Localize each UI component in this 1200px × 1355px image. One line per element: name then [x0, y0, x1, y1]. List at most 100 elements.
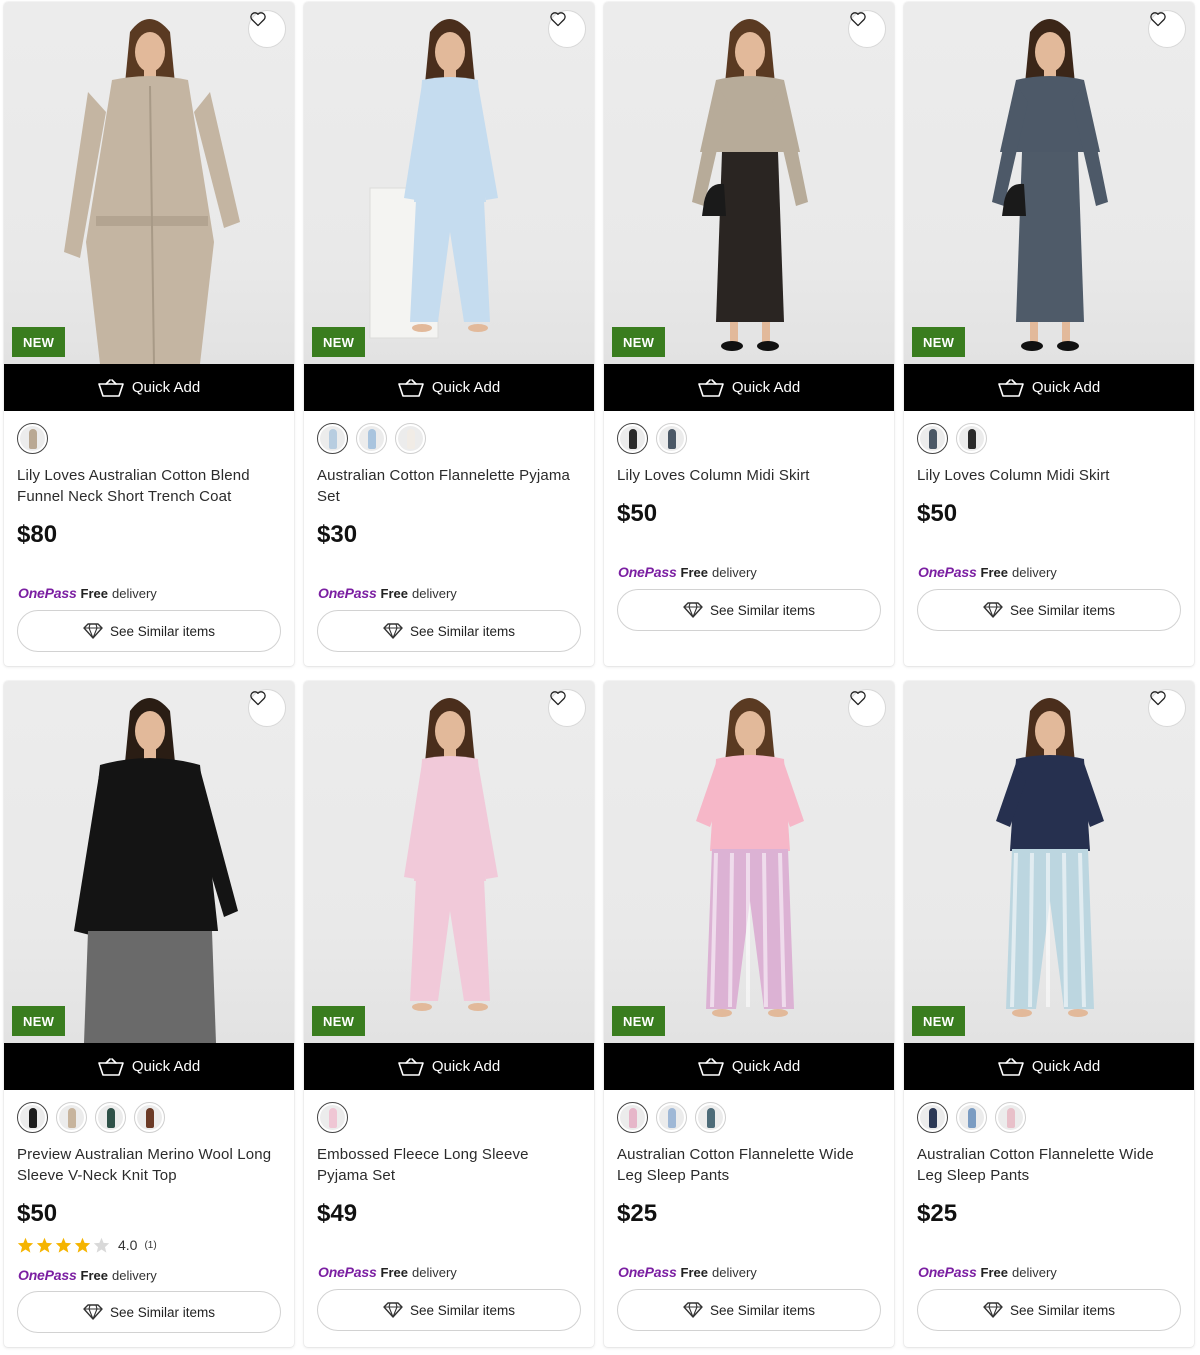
see-similar-button[interactable]: See Similar items — [917, 1289, 1181, 1331]
wishlist-button[interactable] — [248, 689, 286, 727]
product-image[interactable]: NEW — [304, 2, 594, 364]
colour-swatch[interactable] — [917, 422, 948, 454]
quick-add-button[interactable]: Quick Add — [304, 364, 594, 411]
delivery-label: delivery — [712, 565, 757, 580]
quick-add-button[interactable]: Quick Add — [904, 1043, 1194, 1090]
product-image[interactable]: NEW — [604, 2, 894, 364]
colour-swatches — [617, 1101, 881, 1133]
see-similar-button[interactable]: See Similar items — [617, 1289, 881, 1331]
swatch-thumbnail — [320, 1104, 345, 1130]
model-face — [735, 32, 765, 72]
free-label: Free — [680, 565, 708, 580]
product-title[interactable]: Lily Loves Column Midi Skirt — [617, 465, 881, 486]
product-title[interactable]: Embossed Fleece Long Sleeve Pyjama Set — [317, 1144, 581, 1186]
wishlist-button[interactable] — [848, 10, 886, 48]
delivery-label: delivery — [112, 1268, 157, 1283]
product-title[interactable]: Australian Cotton Flannelette Wide Leg S… — [617, 1144, 881, 1186]
colour-swatches — [317, 422, 581, 454]
wishlist-button[interactable] — [848, 689, 886, 727]
product-image[interactable]: NEW — [904, 681, 1194, 1043]
product-card: NEW Quick Add Lily Loves Australian Cotton… — [4, 2, 294, 666]
see-similar-button[interactable]: See Similar items — [917, 589, 1181, 631]
onepass-logo: OnePass — [318, 1264, 377, 1280]
colour-swatch[interactable] — [956, 422, 987, 454]
model-foot — [412, 324, 432, 332]
see-similar-button[interactable]: See Similar items — [317, 610, 581, 652]
star-icon — [17, 1237, 34, 1253]
swatch-figure — [407, 428, 415, 449]
product-card: NEW Quick Add Australian Cotton Flannelett… — [904, 681, 1194, 1347]
colour-swatch[interactable] — [95, 1101, 126, 1133]
product-title[interactable]: Australian Cotton Flannelette Pyjama Set — [317, 465, 581, 507]
see-similar-button[interactable]: See Similar items — [617, 589, 881, 631]
colour-swatch[interactable] — [395, 422, 426, 454]
colour-swatch[interactable] — [917, 1101, 948, 1133]
model-shoe — [1057, 341, 1079, 351]
colour-swatch[interactable] — [317, 1101, 348, 1133]
colour-swatch[interactable] — [617, 422, 648, 454]
swatch-thumbnail — [359, 425, 384, 451]
swatch-thumbnail — [920, 425, 945, 451]
see-similar-label: See Similar items — [709, 1302, 816, 1318]
colour-swatch[interactable] — [17, 1101, 48, 1133]
colour-swatch[interactable] — [995, 1101, 1026, 1133]
wishlist-button[interactable] — [1148, 10, 1186, 48]
quick-add-button[interactable]: Quick Add — [904, 364, 1194, 411]
wishlist-button[interactable] — [548, 689, 586, 727]
product-title[interactable]: Lily Loves Column Midi Skirt — [917, 465, 1181, 486]
see-similar-button[interactable]: See Similar items — [317, 1289, 581, 1331]
model-illustration — [692, 19, 808, 351]
model-face — [135, 711, 165, 751]
product-title[interactable]: Lily Loves Australian Cotton Blend Funne… — [17, 465, 281, 507]
quick-add-button[interactable]: Quick Add — [4, 364, 294, 411]
wishlist-button[interactable] — [248, 10, 286, 48]
model-face — [735, 711, 765, 751]
model-illustration — [369, 19, 498, 339]
diamond-icon — [383, 1302, 403, 1318]
onepass-delivery: OnePass Free delivery — [918, 564, 1057, 580]
model-leg — [730, 322, 738, 342]
colour-swatch[interactable] — [656, 422, 687, 454]
product-title[interactable]: Australian Cotton Flannelette Wide Leg S… — [917, 1144, 1181, 1186]
rating-value: 4.0 — [118, 1237, 138, 1253]
colour-swatch[interactable] — [656, 1101, 687, 1133]
product-image[interactable]: NEW — [604, 681, 894, 1043]
product-rating[interactable]: 4.0 (1) — [17, 1237, 281, 1253]
wishlist-button[interactable] — [548, 10, 586, 48]
colour-swatches — [617, 422, 881, 454]
free-label: Free — [680, 1265, 708, 1280]
product-image[interactable]: NEW — [4, 2, 294, 364]
swatch-thumbnail — [398, 425, 423, 451]
new-badge: NEW — [312, 327, 366, 357]
garment-stripe — [728, 852, 734, 1008]
product-card: NEW Quick Add Lily Loves Column Midi Skirt… — [604, 2, 894, 666]
colour-swatch[interactable] — [695, 1101, 726, 1133]
product-image[interactable]: NEW — [4, 681, 294, 1043]
colour-swatch[interactable] — [134, 1101, 165, 1133]
colour-swatch[interactable] — [17, 422, 48, 454]
see-similar-button[interactable]: See Similar items — [17, 1291, 281, 1333]
colour-swatch[interactable] — [356, 422, 387, 454]
quick-add-button[interactable]: Quick Add — [4, 1043, 294, 1090]
quick-add-button[interactable]: Quick Add — [304, 1043, 594, 1090]
quick-add-label: Quick Add — [731, 379, 801, 396]
colour-swatch[interactable] — [956, 1101, 987, 1133]
free-label: Free — [80, 586, 108, 601]
model-leg — [1030, 322, 1038, 342]
product-image[interactable]: NEW — [904, 2, 1194, 364]
delivery-label: delivery — [1012, 565, 1057, 580]
new-badge: NEW — [12, 1006, 66, 1036]
quick-add-button[interactable]: Quick Add — [604, 1043, 894, 1090]
model-shoe — [757, 341, 779, 351]
free-label: Free — [980, 1265, 1008, 1280]
product-title[interactable]: Preview Australian Merino Wool Long Slee… — [17, 1144, 281, 1186]
quick-add-button[interactable]: Quick Add — [604, 364, 894, 411]
swatch-thumbnail — [998, 1104, 1023, 1130]
diamond-icon — [83, 623, 103, 639]
product-image[interactable]: NEW — [304, 681, 594, 1043]
wishlist-button[interactable] — [1148, 689, 1186, 727]
colour-swatch[interactable] — [317, 422, 348, 454]
see-similar-button[interactable]: See Similar items — [17, 610, 281, 652]
colour-swatch[interactable] — [56, 1101, 87, 1133]
colour-swatch[interactable] — [617, 1101, 648, 1133]
